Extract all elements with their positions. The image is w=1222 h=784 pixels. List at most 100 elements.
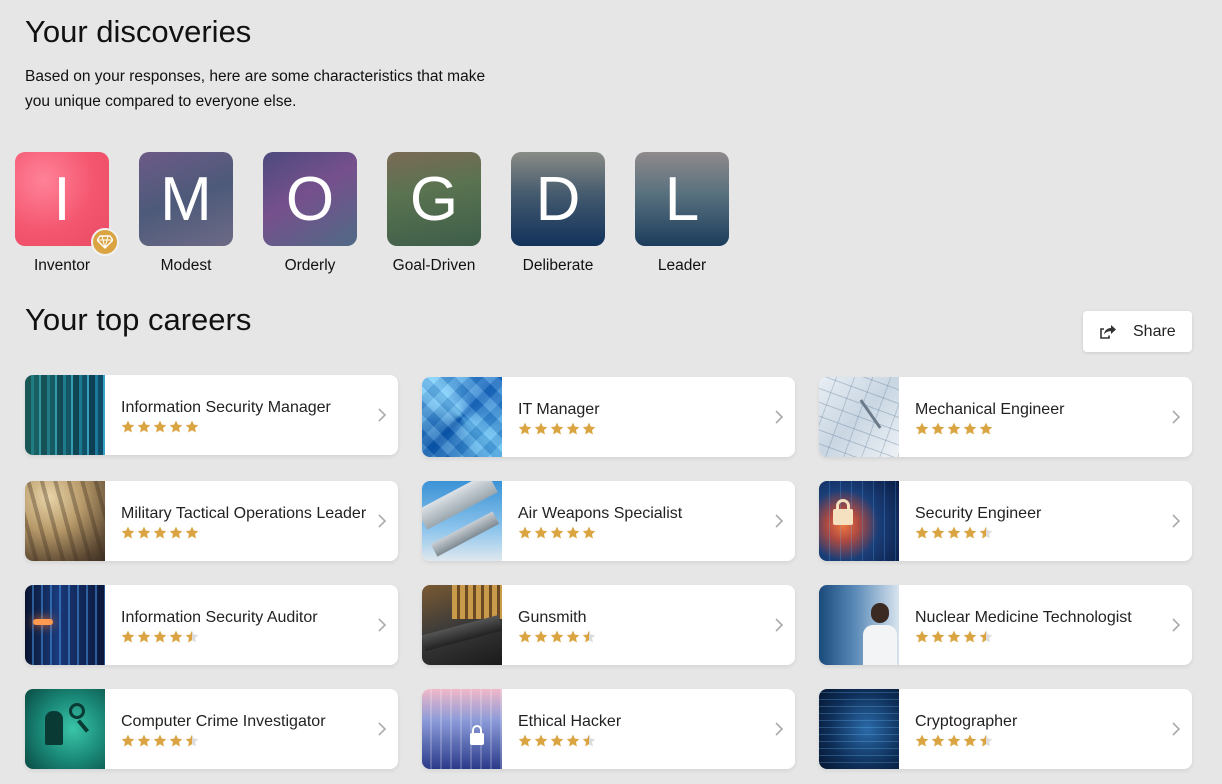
share-icon [1100, 324, 1116, 339]
star-icon [963, 630, 977, 642]
star-icon [169, 526, 183, 538]
star-icon [153, 420, 167, 432]
trait-tile[interactable]: O [263, 152, 357, 246]
chevron-right-icon [378, 408, 386, 422]
star-icon [582, 526, 596, 538]
star-icon [534, 422, 548, 434]
trait-letter: I [53, 164, 71, 234]
star-icon [582, 734, 596, 746]
trait-tile[interactable]: I [15, 152, 119, 256]
trait-tile[interactable]: M [139, 152, 233, 246]
star-icon [947, 734, 961, 746]
star-icon [566, 422, 580, 434]
discoveries-title: Your discoveries [25, 14, 252, 49]
star-icon [963, 526, 977, 538]
star-icon [947, 630, 961, 642]
star-icon [534, 630, 548, 642]
trait-modest[interactable]: M Modest [139, 152, 233, 275]
chevron-right-icon [1172, 722, 1180, 736]
career-image [819, 481, 899, 561]
chevron-right-icon [378, 618, 386, 632]
star-icon [121, 420, 135, 432]
chevron-right-icon [1172, 410, 1180, 424]
career-card-it-manager[interactable]: IT Manager [422, 377, 795, 457]
career-card-ethical-hacker[interactable]: Ethical Hacker [422, 689, 795, 769]
career-image [819, 689, 899, 769]
career-title: Mechanical Engineer [915, 400, 1065, 418]
career-card-computer-crime-investigator[interactable]: Computer Crime Investigator [25, 689, 398, 769]
career-card-security-engineer[interactable]: Security Engineer [819, 481, 1192, 561]
star-icon [518, 422, 532, 434]
star-icon [169, 630, 183, 642]
star-icon [915, 422, 929, 434]
career-card-air-weapons-specialist[interactable]: Air Weapons Specialist [422, 481, 795, 561]
career-card-mechanical-engineer[interactable]: Mechanical Engineer [819, 377, 1192, 457]
career-title: Security Engineer [915, 504, 1042, 522]
star-icon [566, 526, 580, 538]
star-icon [947, 422, 961, 434]
trait-orderly[interactable]: O Orderly [263, 152, 357, 275]
star-icon [137, 734, 151, 746]
star-icon [566, 734, 580, 746]
career-card-gunsmith[interactable]: Gunsmith [422, 585, 795, 665]
trait-tile[interactable]: G [387, 152, 481, 246]
star-icon [169, 420, 183, 432]
star-icon [534, 526, 548, 538]
star-icon [518, 526, 532, 538]
chevron-right-icon [378, 514, 386, 528]
career-image [422, 689, 502, 769]
star-icon [153, 630, 167, 642]
star-icon [121, 734, 135, 746]
trait-tile[interactable]: D [511, 152, 605, 246]
star-icon [137, 420, 151, 432]
trait-label: Modest [160, 257, 212, 274]
chevron-right-icon [775, 722, 783, 736]
career-card-military-tactical-operations-leader[interactable]: Military Tactical Operations Leader [25, 481, 398, 561]
career-card-information-security-auditor[interactable]: Information Security Auditor [25, 585, 398, 665]
career-title: IT Manager [518, 400, 600, 418]
career-image [819, 585, 899, 665]
rating-stars [915, 734, 1162, 747]
career-card-nuclear-medicine-technologist[interactable]: Nuclear Medicine Technologist [819, 585, 1192, 665]
star-icon [121, 526, 135, 538]
trait-tile[interactable]: L [635, 152, 729, 246]
rating-stars [915, 526, 1162, 539]
rating-stars [915, 422, 1162, 435]
diamond-badge-icon [91, 228, 119, 256]
star-icon [137, 630, 151, 642]
trait-label: Goal-Driven [392, 257, 476, 274]
career-image [25, 689, 105, 769]
star-icon [979, 734, 993, 746]
trait-goal-driven[interactable]: G Goal-Driven [387, 152, 481, 275]
star-icon [931, 526, 945, 538]
star-icon [979, 526, 993, 538]
career-card-information-security-manager[interactable]: Information Security Manager [25, 375, 398, 455]
trait-inventor[interactable]: I Inventor [15, 152, 119, 275]
star-icon [153, 526, 167, 538]
rating-stars [915, 630, 1162, 643]
career-card-cryptographer[interactable]: Cryptographer [819, 689, 1192, 769]
star-icon [979, 422, 993, 434]
career-title: Ethical Hacker [518, 712, 622, 730]
share-button[interactable]: Share [1083, 311, 1192, 352]
star-icon [550, 630, 564, 642]
trait-letter: L [664, 164, 700, 234]
star-icon [534, 734, 548, 746]
star-icon [518, 734, 532, 746]
career-image [422, 377, 502, 457]
star-icon [947, 526, 961, 538]
chevron-right-icon [1172, 514, 1180, 528]
chevron-right-icon [775, 618, 783, 632]
star-icon [550, 422, 564, 434]
career-title: Cryptographer [915, 712, 1018, 730]
trait-deliberate[interactable]: D Deliberate [511, 152, 605, 275]
star-icon [169, 734, 183, 746]
career-title: Gunsmith [518, 608, 587, 626]
star-icon [931, 630, 945, 642]
trait-leader[interactable]: L Leader [635, 152, 729, 275]
discoveries-intro: Based on your responses, here are some c… [25, 68, 486, 110]
star-icon [185, 526, 199, 538]
star-icon [550, 734, 564, 746]
traits-row: I Inventor M Modest O Orderly G Goal-Dri… [15, 152, 759, 275]
star-icon [185, 630, 199, 642]
